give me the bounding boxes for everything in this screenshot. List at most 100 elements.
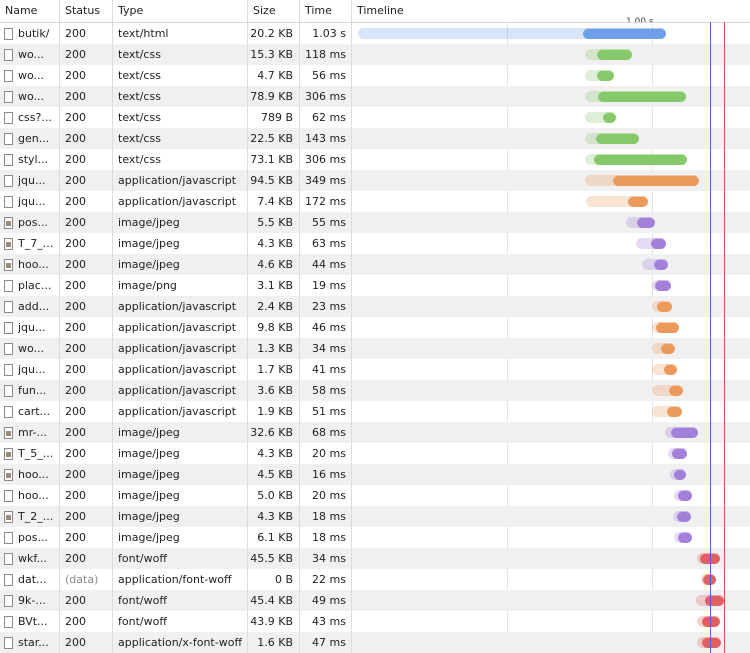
timeline-bar[interactable] (697, 637, 721, 648)
request-name-cell[interactable]: css?... (0, 107, 60, 128)
timeline-bar[interactable] (585, 112, 616, 123)
request-row[interactable]: hoo... 200 image/jpeg 5.0 KB 20 ms (0, 485, 750, 506)
timeline-bar[interactable] (358, 28, 666, 39)
request-row[interactable]: wo... 200 text/css 4.7 KB 56 ms (0, 65, 750, 86)
timeline-bar[interactable] (585, 175, 699, 186)
timeline-bar[interactable] (673, 511, 691, 522)
request-type: application/javascript (113, 359, 248, 380)
request-name-cell[interactable]: add... (0, 296, 60, 317)
timeline-bar[interactable] (585, 133, 639, 144)
request-name-cell[interactable]: jqu... (0, 170, 60, 191)
request-row[interactable]: jqu... 200 application/javascript 94.5 KB 34… (0, 170, 750, 191)
request-name-cell[interactable]: fun... (0, 380, 60, 401)
timeline-bar[interactable] (668, 448, 687, 459)
request-row[interactable]: jqu... 200 application/javascript 7.4 KB 172… (0, 191, 750, 212)
request-name-cell[interactable]: jqu... (0, 191, 60, 212)
request-row[interactable]: cart... 200 application/javascript 1.9 KB 51… (0, 401, 750, 422)
request-row[interactable]: plac... 200 image/png 3.1 KB 19 ms (0, 275, 750, 296)
request-name-cell[interactable]: butik/ (0, 23, 60, 44)
request-row[interactable]: wo... 200 text/css 15.3 KB 118 ms (0, 44, 750, 65)
request-row[interactable]: star... 200 application/x-font-woff 1.6 KB 4… (0, 632, 750, 653)
doc-icon (4, 553, 13, 565)
timeline-bar[interactable] (586, 196, 648, 207)
request-row[interactable]: 9k-... 200 font/woff 45.4 KB 49 ms (0, 590, 750, 611)
timeline-bar[interactable] (585, 49, 632, 60)
column-header-name[interactable]: Name (0, 0, 60, 22)
request-name-cell[interactable]: T_2_... (0, 506, 60, 527)
request-name-cell[interactable]: wo... (0, 65, 60, 86)
request-name-cell[interactable]: jqu... (0, 359, 60, 380)
column-header-time[interactable]: Time (300, 0, 352, 22)
request-time: 1.03 s (300, 23, 352, 44)
request-row[interactable]: gen... 200 text/css 22.5 KB 143 ms (0, 128, 750, 149)
timeline-bar[interactable] (585, 154, 687, 165)
request-name-cell[interactable]: jqu... (0, 317, 60, 338)
timeline-bar[interactable] (636, 238, 666, 249)
timeline-bar[interactable] (652, 301, 672, 312)
column-header-status[interactable]: Status (60, 0, 113, 22)
request-name-cell[interactable]: styl... (0, 149, 60, 170)
request-name-cell[interactable]: 9k-... (0, 590, 60, 611)
timeline-bar[interactable] (585, 70, 614, 81)
request-name-cell[interactable]: pos... (0, 527, 60, 548)
request-row[interactable]: wo... 200 application/javascript 1.3 KB 34 m… (0, 338, 750, 359)
timeline-bar[interactable] (652, 343, 675, 354)
timeline-bar[interactable] (701, 574, 716, 585)
request-name-cell[interactable]: BVt... (0, 611, 60, 632)
request-name-cell[interactable]: pos... (0, 212, 60, 233)
timeline-bar[interactable] (674, 490, 692, 501)
request-name-cell[interactable]: wkf... (0, 548, 60, 569)
timeline-bar[interactable] (674, 532, 692, 543)
request-name-cell[interactable]: plac... (0, 275, 60, 296)
timeline-bar[interactable] (585, 91, 686, 102)
column-header-size[interactable]: Size (248, 0, 300, 22)
timeline-bar[interactable] (626, 217, 655, 228)
request-row[interactable]: T_5_... 200 image/jpeg 4.3 KB 20 ms (0, 443, 750, 464)
request-name-cell[interactable]: star... (0, 632, 60, 653)
timeline-bar[interactable] (665, 427, 698, 438)
request-name-cell[interactable]: cart... (0, 401, 60, 422)
timeline-bar[interactable] (697, 553, 720, 564)
request-name-cell[interactable]: wo... (0, 44, 60, 65)
request-name-cell[interactable]: mr-... (0, 422, 60, 443)
request-row[interactable]: mr-... 200 image/jpeg 32.6 KB 68 ms (0, 422, 750, 443)
request-row[interactable]: hoo... 200 image/jpeg 4.6 KB 44 ms (0, 254, 750, 275)
request-name-cell[interactable]: dat... (0, 569, 60, 590)
request-row[interactable]: pos... 200 image/jpeg 5.5 KB 55 ms (0, 212, 750, 233)
request-name-cell[interactable]: hoo... (0, 464, 60, 485)
request-name-cell[interactable]: hoo... (0, 485, 60, 506)
request-row[interactable]: css?... 200 text/css 789 B 62 ms (0, 107, 750, 128)
request-row[interactable]: styl... 200 text/css 73.1 KB 306 ms (0, 149, 750, 170)
request-row[interactable]: dat... (data) application/font-woff 0 B 22 m… (0, 569, 750, 590)
request-row[interactable]: T_7_... 200 image/jpeg 4.3 KB 63 ms (0, 233, 750, 254)
request-name-cell[interactable]: wo... (0, 86, 60, 107)
request-name-cell[interactable]: hoo... (0, 254, 60, 275)
request-time: 34 ms (300, 548, 352, 569)
request-name-cell[interactable]: gen... (0, 128, 60, 149)
column-header-type[interactable]: Type (113, 0, 248, 22)
timeline-bar[interactable] (652, 280, 671, 291)
request-row[interactable]: jqu... 200 application/javascript 9.8 KB 46 … (0, 317, 750, 338)
timeline-bar[interactable] (652, 364, 677, 375)
request-row[interactable]: pos... 200 image/jpeg 6.1 KB 18 ms (0, 527, 750, 548)
timeline-bar[interactable] (652, 322, 679, 333)
request-row[interactable]: fun... 200 application/javascript 3.6 KB 58 … (0, 380, 750, 401)
request-row[interactable]: BVt... 200 font/woff 43.9 KB 43 ms (0, 611, 750, 632)
request-row[interactable]: hoo... 200 image/jpeg 4.5 KB 16 ms (0, 464, 750, 485)
request-name-cell[interactable]: T_7_... (0, 233, 60, 254)
request-row[interactable]: add... 200 application/javascript 2.4 KB 23 … (0, 296, 750, 317)
request-row[interactable]: jqu... 200 application/javascript 1.7 KB 41 … (0, 359, 750, 380)
timeline-bar[interactable] (652, 406, 682, 417)
request-row[interactable]: T_2_... 200 image/jpeg 4.3 KB 18 ms (0, 506, 750, 527)
column-header-timeline[interactable]: Timeline 1.00 s (352, 0, 750, 22)
request-row[interactable]: wo... 200 text/css 78.9 KB 306 ms (0, 86, 750, 107)
request-name-cell[interactable]: T_5_... (0, 443, 60, 464)
timeline-bar[interactable] (642, 259, 668, 270)
request-row[interactable]: wkf... 200 font/woff 45.5 KB 34 ms (0, 548, 750, 569)
timeline-bar[interactable] (697, 616, 720, 627)
request-row[interactable]: butik/200 text/html 20.2 KB 1.03 s (0, 23, 750, 44)
image-thumb-icon (4, 427, 13, 439)
timeline-bar[interactable] (652, 385, 683, 396)
request-name-cell[interactable]: wo... (0, 338, 60, 359)
timeline-bar[interactable] (670, 469, 686, 480)
